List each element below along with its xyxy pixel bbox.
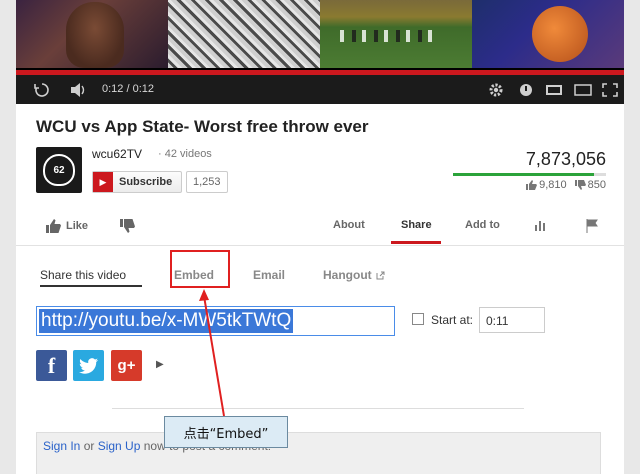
google-plus-icon: g+ <box>117 357 136 374</box>
dislike-count: 850 <box>587 179 606 191</box>
tab-hangout[interactable]: Hangout <box>323 268 385 282</box>
gear-icon[interactable] <box>488 81 504 98</box>
thumbs-down-icon <box>574 180 586 190</box>
video-title: WCU vs App State- Worst free throw ever <box>36 117 369 136</box>
facebook-icon: f <box>47 352 56 378</box>
channel-avatar[interactable]: 62 <box>36 147 82 193</box>
start-at-input[interactable]: 0:11 <box>479 307 545 333</box>
volume-icon[interactable] <box>70 81 88 98</box>
google-plus-share-button[interactable]: g+ <box>111 350 142 381</box>
stats-icon <box>535 221 545 231</box>
sign-up-link[interactable]: Sign Up <box>98 439 141 453</box>
tab-email[interactable]: Email <box>253 268 285 282</box>
small-player-icon[interactable] <box>546 81 562 98</box>
large-player-icon[interactable] <box>574 81 592 98</box>
like-button[interactable]: Like <box>46 219 88 233</box>
action-bar: Like About Share Add to <box>16 208 624 246</box>
like-dislike-counts: 9,810 850 <box>526 179 606 191</box>
related-video-thumbnail[interactable] <box>472 0 624 68</box>
tab-share-this-video[interactable]: Share this video <box>40 268 126 282</box>
stats-button[interactable] <box>534 219 548 231</box>
like-ratio-fill <box>453 173 594 176</box>
share-url-field[interactable]: http://youtu.be/x-MW5tkTWtQ <box>36 306 395 336</box>
hangout-label: Hangout <box>323 268 372 282</box>
active-tab-indicator <box>391 241 441 244</box>
comment-box[interactable]: Sign In or Sign Up now to post a comment… <box>36 432 601 474</box>
divider <box>112 408 524 409</box>
end-screen-thumbnails <box>16 0 624 68</box>
subscribe-button[interactable]: ▶ Subscribe <box>92 171 182 193</box>
youtube-play-icon: ▶ <box>93 172 113 192</box>
like-label: Like <box>66 220 89 232</box>
share-url-text: http://youtu.be/x-MW5tkTWtQ <box>39 309 294 333</box>
dislike-button[interactable] <box>120 219 135 233</box>
facebook-share-button[interactable]: f <box>36 350 67 381</box>
related-video-thumbnail[interactable] <box>168 0 320 68</box>
twitter-share-button[interactable] <box>73 350 104 381</box>
tab-share[interactable]: Share <box>401 219 432 231</box>
dislike-count-group: 850 <box>574 179 606 191</box>
share-tab-indicator <box>40 285 142 287</box>
annotation-callout: 点击“Embed” <box>164 416 288 448</box>
like-ratio-bar <box>453 173 606 176</box>
related-video-thumbnail[interactable] <box>320 0 472 68</box>
time-display: 0:12 / 0:12 <box>102 83 154 95</box>
more-share-options-icon[interactable]: ▶ <box>156 359 164 370</box>
video-count[interactable]: · 42 videos <box>158 148 212 160</box>
subscribe-label: Subscribe <box>119 176 173 188</box>
external-link-icon <box>376 271 385 279</box>
start-at-label: Start at: <box>431 313 474 327</box>
fullscreen-icon[interactable] <box>602 81 618 98</box>
replay-icon[interactable] <box>34 81 50 98</box>
sign-in-link[interactable]: Sign In <box>43 439 80 453</box>
video-player[interactable]: 0:12 / 0:12 <box>16 0 624 104</box>
flag-icon <box>586 219 598 233</box>
tab-add-to[interactable]: Add to <box>465 219 500 231</box>
report-button[interactable] <box>586 219 600 233</box>
thumbs-up-icon <box>46 219 61 233</box>
embed-highlight-box <box>170 250 230 288</box>
player-controls: 0:12 / 0:12 <box>16 75 624 104</box>
thumbs-up-icon <box>526 180 538 190</box>
comment-or-text: or <box>80 439 98 453</box>
twitter-bird-icon <box>78 357 98 374</box>
like-count-group: 9,810 <box>526 179 567 191</box>
view-count: 7,873,056 <box>525 149 606 169</box>
page: 0:12 / 0:12 WCU vs App State- Worst free… <box>16 0 624 474</box>
related-video-thumbnail[interactable] <box>16 0 168 68</box>
channel-name[interactable]: wcu62TV <box>92 147 142 161</box>
annotations-icon[interactable] <box>519 81 533 98</box>
like-count: 9,810 <box>539 179 567 191</box>
paw-logo-icon: 62 <box>43 154 75 186</box>
tab-about[interactable]: About <box>333 219 365 231</box>
subscriber-count: 1,253 <box>186 171 228 193</box>
start-at-checkbox[interactable] <box>412 313 424 325</box>
thumbs-down-icon <box>120 219 135 233</box>
